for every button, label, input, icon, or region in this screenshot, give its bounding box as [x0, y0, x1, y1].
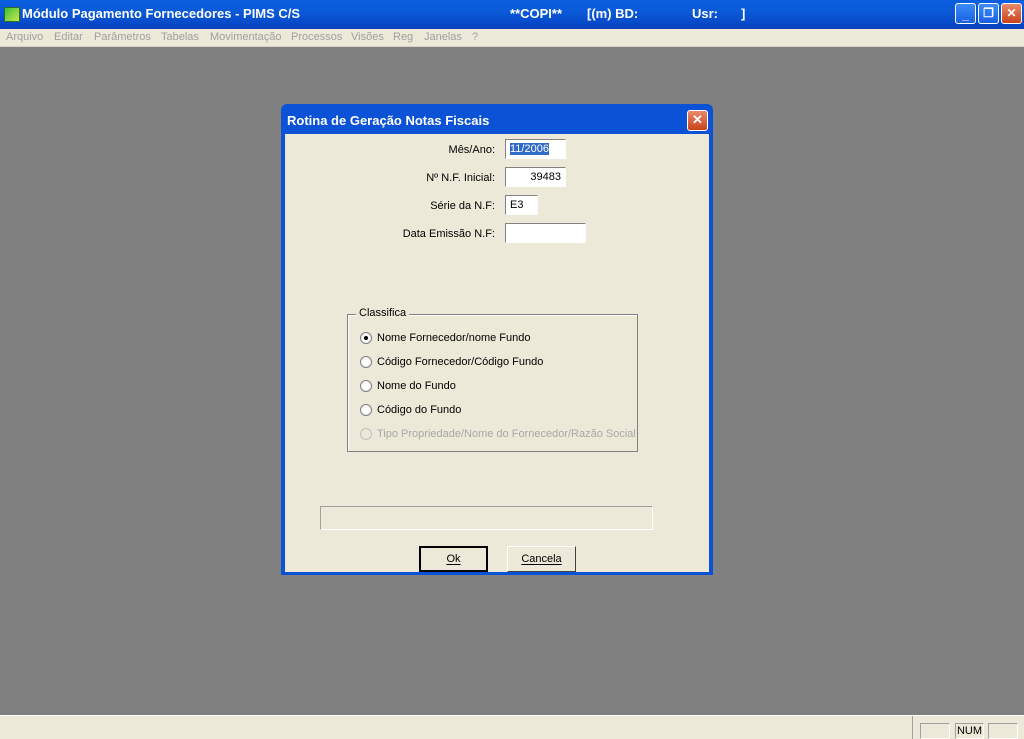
radio-label-nome-fornecedor[interactable]: Nome Fornecedor/nome Fundo — [377, 332, 530, 344]
nf-inicial-input[interactable]: 39483 — [505, 167, 566, 187]
mes-ano-input[interactable]: 11/2006 — [505, 139, 566, 159]
radio-nome-fornecedor[interactable] — [360, 332, 372, 344]
radio-label-codigo-fundo[interactable]: Código do Fundo — [377, 404, 461, 416]
status-panel-empty — [920, 723, 950, 739]
cancel-button[interactable]: Cancela — [507, 546, 576, 572]
menu-visoes[interactable]: Visões — [351, 31, 384, 43]
menu-reg[interactable]: Reg — [393, 31, 413, 43]
serie-input[interactable]: E3 — [505, 195, 538, 215]
database-label: [(m) BD: — [587, 6, 639, 21]
menu-editar[interactable]: Editar — [54, 31, 83, 43]
title-bar: Módulo Pagamento Fornecedores - PIMS C/S… — [0, 0, 1024, 29]
classifica-legend: Classifica — [356, 307, 410, 319]
menu-janelas[interactable]: Janelas — [424, 31, 462, 43]
classifica-group: Classifica Nome Fornecedor/nome Fundo Có… — [347, 307, 638, 452]
radio-label-tipo-propriedade: Tipo Propriedade/Nome do Fornecedor/Razã… — [377, 428, 636, 440]
dialog-close-button[interactable]: ✕ — [687, 110, 708, 131]
status-panel-empty-2 — [988, 723, 1018, 739]
menu-processos[interactable]: Processos — [291, 31, 342, 43]
user-label: Usr: — [692, 6, 719, 21]
dialog-body: Mês/Ano: 11/2006 Nº N.F. Inicial: 39483 … — [285, 134, 709, 572]
radio-label-codigo-fornecedor[interactable]: Código Fornecedor/Código Fundo — [377, 356, 543, 368]
menu-tabelas[interactable]: Tabelas — [161, 31, 199, 43]
serie-label: Série da N.F: — [430, 200, 495, 212]
restore-icon: ❐ — [983, 6, 994, 20]
data-emissao-input[interactable] — [505, 223, 586, 243]
progress-bar — [320, 506, 653, 530]
menu-bar: Arquivo Editar Parâmetros Tabelas Movime… — [0, 29, 1024, 47]
status-num-indicator: NUM — [955, 723, 984, 739]
restore-button[interactable]: ❐ — [978, 3, 999, 24]
menu-help[interactable]: ? — [472, 31, 478, 43]
ok-button[interactable]: Ok — [419, 546, 488, 572]
radio-nome-fundo[interactable] — [360, 380, 372, 392]
close-icon: ✕ — [692, 112, 703, 127]
radio-tipo-propriedade — [360, 428, 372, 440]
company-label: **COPI** — [510, 6, 563, 21]
mes-ano-label: Mês/Ano: — [448, 144, 495, 156]
minimize-button[interactable]: _ — [955, 3, 976, 24]
radio-label-nome-fundo[interactable]: Nome do Fundo — [377, 380, 456, 392]
close-icon: ✕ — [1006, 6, 1017, 20]
nf-inicial-label: Nº N.F. Inicial: — [426, 172, 495, 184]
close-button[interactable]: ✕ — [1001, 3, 1022, 24]
menu-arquivo[interactable]: Arquivo — [6, 31, 43, 43]
mes-ano-value: 11/2006 — [510, 143, 549, 155]
radio-codigo-fundo[interactable] — [360, 404, 372, 416]
status-separator — [912, 716, 913, 739]
ok-button-label: Ok — [446, 553, 461, 565]
minimize-icon: _ — [962, 8, 969, 22]
menu-movimentacao[interactable]: Movimentação — [210, 31, 282, 43]
dialog-title: Rotina de Geração Notas Fiscais — [287, 113, 490, 128]
radio-codigo-fornecedor[interactable] — [360, 356, 372, 368]
user-bracket: ] — [741, 6, 746, 21]
window-title: Módulo Pagamento Fornecedores - PIMS C/S — [22, 6, 301, 21]
menu-parametros[interactable]: Parâmetros — [94, 31, 151, 43]
app-icon[interactable] — [4, 7, 20, 22]
data-emissao-label: Data Emissão N.F: — [402, 228, 495, 240]
status-bar: NUM — [0, 715, 1024, 739]
cancel-button-label: Cancela — [521, 553, 562, 565]
nf-generation-dialog: Rotina de Geração Notas Fiscais ✕ Mês/An… — [281, 104, 713, 575]
